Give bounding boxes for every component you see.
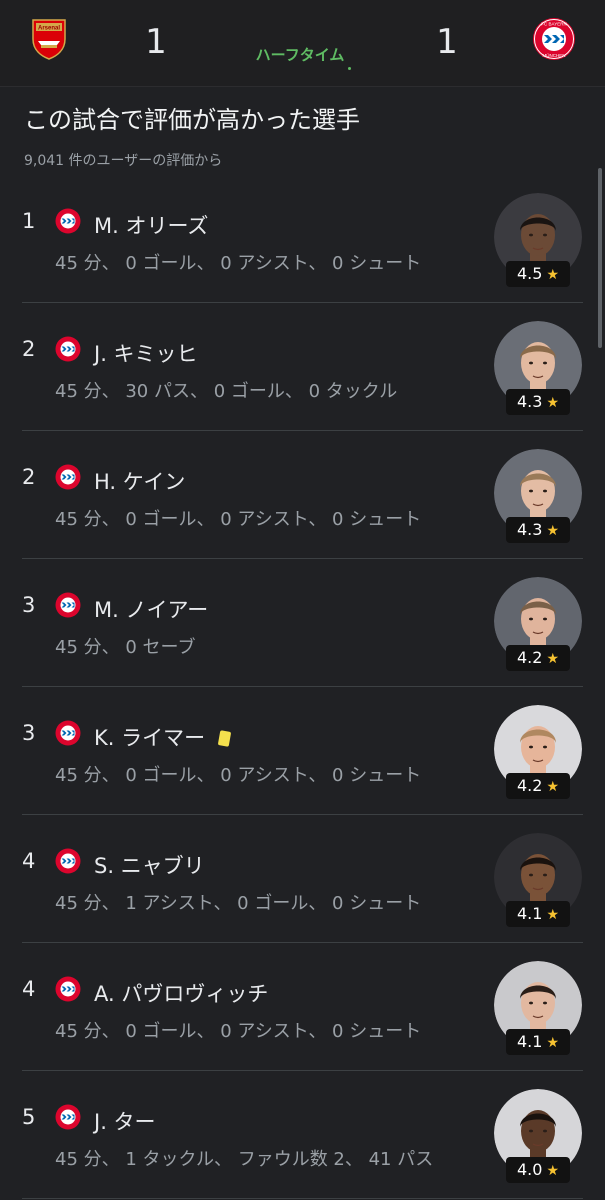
player-row[interactable]: 3 M. ノイアー 45 分、 0 セーブ 4.2 ★: [0, 559, 605, 687]
player-name[interactable]: S. ニャブリ: [94, 850, 205, 880]
player-name-text: M. オリーズ: [94, 214, 209, 238]
player-name[interactable]: H. ケイン: [94, 466, 185, 496]
player-rating: 4.5 ★: [506, 261, 570, 287]
player-stats: 45 分、 30 パス、 0 ゴール、 0 タックル: [55, 381, 398, 402]
match-header[interactable]: Arsenal 1 ハーフタイム 1 FC BAYERN MÜNCHEN: [0, 0, 605, 87]
player-row[interactable]: 2 H. ケイン 45 分、 0 ゴール、 0 アシスト、 0 シュート 4.3 ★: [0, 431, 605, 559]
player-stats: 45 分、 1 アシスト、 0 ゴール、 0 シュート: [55, 893, 422, 914]
player-rank: 3: [22, 593, 36, 617]
player-photo[interactable]: 4.5 ★: [494, 193, 582, 289]
rating-value: 4.1: [516, 1032, 543, 1051]
star-icon: ★: [546, 779, 559, 795]
rating-value: 4.0: [516, 1160, 543, 1179]
player-stats: 45 分、 0 ゴール、 0 アシスト、 0 シュート: [55, 765, 422, 786]
player-name[interactable]: M. オリーズ: [94, 210, 208, 240]
bayern-badge-icon: [55, 720, 81, 746]
star-icon: ★: [546, 651, 559, 667]
star-icon: ★: [546, 1163, 559, 1179]
arsenal-crest-icon: Arsenal: [32, 19, 66, 60]
player-rank: 3: [22, 721, 36, 745]
player-rating: 4.3 ★: [506, 517, 570, 543]
rating-value: 4.2: [516, 776, 543, 795]
player-name[interactable]: A. パヴロヴィッチ: [94, 978, 268, 1008]
player-rating: 4.3 ★: [506, 389, 570, 415]
star-icon: ★: [546, 1035, 559, 1051]
player-name[interactable]: J. キミッヒ: [94, 338, 198, 368]
player-rank: 5: [22, 1105, 36, 1129]
star-icon: ★: [546, 907, 559, 923]
player-name[interactable]: M. ノイアー: [94, 594, 208, 624]
player-name-text: J. キミッヒ: [94, 342, 198, 366]
section-title: この試合で評価が高かった選手: [24, 106, 360, 134]
player-stats: 45 分、 0 ゴール、 0 アシスト、 0 シュート: [55, 509, 422, 530]
bayern-badge-icon: [55, 976, 81, 1002]
player-photo[interactable]: 4.3 ★: [494, 449, 582, 545]
star-icon: ★: [546, 267, 559, 283]
player-stats: 45 分、 0 セーブ: [55, 637, 196, 658]
star-icon: ★: [546, 523, 559, 539]
star-icon: ★: [546, 395, 559, 411]
player-rating: 4.1 ★: [506, 901, 570, 927]
bayern-crest-text-bottom: MÜNCHEN: [543, 52, 566, 58]
player-rating: 4.2 ★: [506, 645, 570, 671]
player-row[interactable]: 2 J. キミッヒ 45 分、 30 パス、 0 ゴール、 0 タックル 4.3 ★: [0, 303, 605, 431]
bayern-badge-icon: [55, 592, 81, 618]
player-rank: 4: [22, 849, 36, 873]
rating-value: 4.3: [516, 392, 543, 411]
player-rank: 2: [22, 337, 36, 361]
bayern-badge-icon: [55, 208, 81, 234]
player-photo[interactable]: 4.1 ★: [494, 961, 582, 1057]
bayern-badge-icon: [55, 848, 81, 874]
player-row[interactable]: 4 A. パヴロヴィッチ 45 分、 0 ゴール、 0 アシスト、 0 シュート 4.…: [0, 943, 605, 1071]
player-name[interactable]: K. ライマー: [94, 722, 232, 752]
player-stats: 45 分、 0 ゴール、 0 アシスト、 0 シュート: [55, 253, 422, 274]
player-row[interactable]: 5 J. ター 45 分、 1 タックル、 ファウル数 2、 41 パス 4.0 ★: [0, 1071, 605, 1199]
player-row[interactable]: 4 S. ニャブリ 45 分、 1 アシスト、 0 ゴール、 0 シュート 4.1 ★: [0, 815, 605, 943]
away-score: 1: [436, 22, 458, 62]
status-dot: [348, 67, 351, 70]
bayern-crest-text-top: FC BAYERN: [541, 22, 566, 27]
player-rank: 1: [22, 209, 36, 233]
player-name-text: M. ノイアー: [94, 598, 209, 622]
player-row[interactable]: 3 K. ライマー 45 分、 0 ゴール、 0 アシスト、 0 シュート 4.2 ★: [0, 687, 605, 815]
player-name[interactable]: J. ター: [94, 1106, 156, 1136]
rating-value: 4.1: [516, 904, 543, 923]
bayern-badge-icon: [55, 336, 81, 362]
player-photo[interactable]: 4.2 ★: [494, 705, 582, 801]
player-rating: 4.1 ★: [506, 1029, 570, 1055]
player-name-text: K. ライマー: [94, 726, 206, 750]
bayern-badge-icon: [55, 1104, 81, 1130]
player-name-text: A. パヴロヴィッチ: [94, 982, 269, 1006]
rating-value: 4.3: [516, 520, 543, 539]
row-divider: [22, 1198, 583, 1199]
player-name-text: S. ニャブリ: [94, 854, 205, 878]
player-row[interactable]: 1 M. オリーズ 45 分、 0 ゴール、 0 アシスト、 0 シュート 4.5 ★: [0, 175, 605, 303]
match-status: ハーフタイム: [255, 46, 345, 64]
bayern-crest-icon: FC BAYERN MÜNCHEN: [533, 18, 575, 60]
player-rank: 2: [22, 465, 36, 489]
player-photo[interactable]: 4.2 ★: [494, 577, 582, 673]
player-name-text: J. ター: [94, 1110, 156, 1134]
rating-value: 4.2: [516, 648, 543, 667]
arsenal-crest-text: Arsenal: [38, 26, 60, 32]
player-photo[interactable]: 4.3 ★: [494, 321, 582, 417]
player-rank: 4: [22, 977, 36, 1001]
player-photo[interactable]: 4.1 ★: [494, 833, 582, 929]
rating-value: 4.5: [516, 264, 543, 283]
yellow-card-icon: [217, 730, 232, 747]
player-stats: 45 分、 1 タックル、 ファウル数 2、 41 パス: [55, 1149, 434, 1170]
player-stats: 45 分、 0 ゴール、 0 アシスト、 0 シュート: [55, 1021, 422, 1042]
player-name-text: H. ケイン: [94, 470, 186, 494]
section-subtitle: 9,041 件のユーザーの評価から: [24, 153, 223, 169]
player-rating: 4.0 ★: [506, 1157, 570, 1183]
player-photo[interactable]: 4.0 ★: [494, 1089, 582, 1185]
home-score: 1: [145, 22, 167, 62]
player-rating: 4.2 ★: [506, 773, 570, 799]
bayern-badge-icon: [55, 464, 81, 490]
